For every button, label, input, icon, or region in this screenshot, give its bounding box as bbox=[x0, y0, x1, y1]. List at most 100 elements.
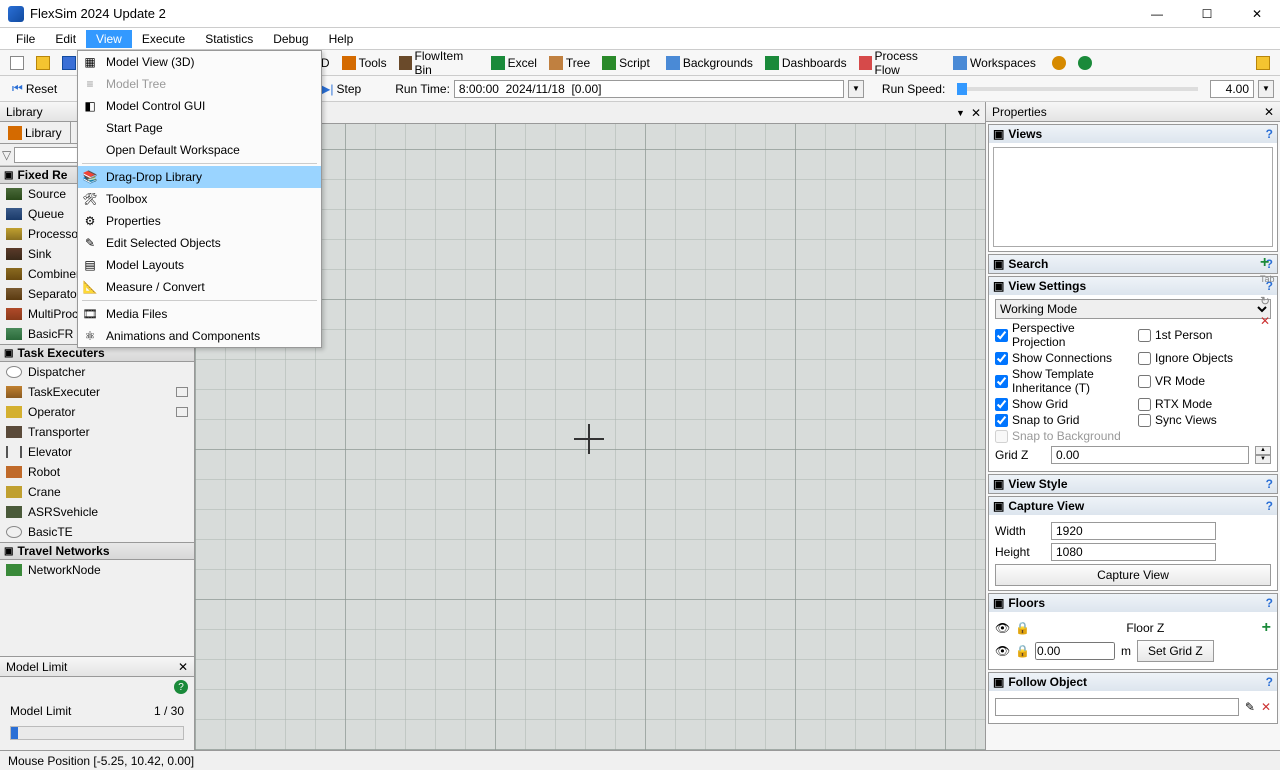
vstyle-help-icon[interactable]: ? bbox=[1266, 477, 1273, 491]
add-floor-icon[interactable]: + bbox=[1262, 619, 1271, 637]
menu-model-layouts[interactable]: ▤Model Layouts bbox=[78, 254, 321, 276]
menu-model-view-3d[interactable]: ▦Model View (3D) bbox=[78, 51, 321, 73]
chk-firstperson[interactable]: 1st Person bbox=[1138, 321, 1271, 349]
lib-transporter[interactable]: Transporter bbox=[0, 422, 194, 442]
floor-visible-icon-2[interactable]: 👁 bbox=[995, 644, 1009, 658]
views-help-icon[interactable]: ? bbox=[1266, 127, 1273, 141]
reload-icon[interactable]: ↻ bbox=[1260, 294, 1276, 310]
chk-grid[interactable]: Show Grid bbox=[995, 397, 1128, 411]
open-icon-right[interactable] bbox=[1252, 54, 1274, 72]
lib-networknode[interactable]: NetworkNode bbox=[0, 560, 194, 580]
chk-snapbg[interactable]: Snap to Background bbox=[995, 429, 1271, 443]
menu-help[interactable]: Help bbox=[319, 30, 364, 48]
menu-statistics[interactable]: Statistics bbox=[195, 30, 263, 48]
menu-file[interactable]: File bbox=[6, 30, 45, 48]
lib-crane[interactable]: Crane bbox=[0, 482, 194, 502]
menu-toolbox[interactable]: 🛠Toolbox bbox=[78, 188, 321, 210]
view-settings-header[interactable]: ▣View Settings? bbox=[989, 277, 1277, 295]
lib-taskexecuter[interactable]: TaskExecuter bbox=[0, 382, 194, 402]
close-window-button[interactable]: ✕ bbox=[1242, 7, 1272, 21]
runspeed-input[interactable] bbox=[1210, 80, 1254, 98]
tools-button[interactable]: Tools bbox=[338, 54, 391, 72]
reset-button[interactable]: ⏮Reset bbox=[6, 79, 63, 98]
runspeed-slider[interactable] bbox=[957, 87, 1198, 91]
dashboards-button[interactable]: Dashboards bbox=[761, 54, 851, 72]
floor-value-input[interactable] bbox=[1035, 642, 1115, 660]
runtime-dropdown[interactable]: ▼ bbox=[848, 80, 864, 98]
gridz-input[interactable] bbox=[1051, 446, 1249, 464]
runtime-input[interactable] bbox=[454, 80, 844, 98]
library-tab[interactable]: Library bbox=[0, 122, 71, 143]
lib-dispatcher[interactable]: Dispatcher bbox=[0, 362, 194, 382]
menu-execute[interactable]: Execute bbox=[132, 30, 195, 48]
lib-asrs[interactable]: ASRSvehicle bbox=[0, 502, 194, 522]
chk-rtx[interactable]: RTX Mode bbox=[1138, 397, 1271, 411]
settings-button[interactable] bbox=[1048, 54, 1070, 72]
menu-debug[interactable]: Debug bbox=[263, 30, 318, 48]
model-limit-help-icon[interactable]: ? bbox=[174, 680, 188, 694]
cap-help-icon[interactable]: ? bbox=[1266, 499, 1273, 513]
step-button[interactable]: ▶|Step bbox=[315, 80, 367, 98]
chk-connections[interactable]: Show Connections bbox=[995, 351, 1128, 365]
tree-button[interactable]: Tree bbox=[545, 54, 594, 72]
search-section-header[interactable]: ▣Search? bbox=[989, 255, 1277, 273]
menu-drag-drop-library[interactable]: 📚Drag-Drop Library bbox=[78, 166, 321, 188]
script-button[interactable]: Script bbox=[598, 54, 654, 72]
remove-view-icon[interactable]: ✕ bbox=[1260, 314, 1276, 330]
chk-template[interactable]: Show Template Inheritance (T) bbox=[995, 367, 1128, 395]
follow-pick-icon[interactable]: ✎ bbox=[1245, 700, 1255, 714]
menu-properties[interactable]: ⚙Properties bbox=[78, 210, 321, 232]
add-view-icon[interactable]: + bbox=[1260, 254, 1276, 270]
tab-icon[interactable]: Tab bbox=[1260, 274, 1276, 290]
runspeed-dropdown[interactable]: ▼ bbox=[1258, 80, 1274, 98]
view-close-button[interactable]: ✕ bbox=[971, 106, 981, 120]
excel-button[interactable]: Excel bbox=[487, 54, 541, 72]
processflow-button[interactable]: Process Flow bbox=[855, 47, 945, 79]
follow-object-header[interactable]: ▣Follow Object? bbox=[989, 673, 1277, 691]
section-travel-networks[interactable]: ▣Travel Networks bbox=[0, 542, 194, 560]
menu-measure-convert[interactable]: 📐Measure / Convert bbox=[78, 276, 321, 298]
menu-edit[interactable]: Edit bbox=[45, 30, 86, 48]
views-section-header[interactable]: ▣Views? bbox=[989, 125, 1277, 143]
menu-start-page[interactable]: Start Page bbox=[78, 117, 321, 139]
views-list[interactable] bbox=[993, 147, 1273, 247]
workspaces-button[interactable]: Workspaces bbox=[949, 54, 1040, 72]
minimize-button[interactable]: — bbox=[1142, 7, 1172, 21]
menu-media-files[interactable]: 🎞Media Files bbox=[78, 303, 321, 325]
set-gridz-button[interactable]: Set Grid Z bbox=[1137, 640, 1214, 662]
chk-vr[interactable]: VR Mode bbox=[1138, 367, 1271, 395]
open-button[interactable] bbox=[32, 54, 54, 72]
floor-lock-icon-2[interactable]: 🔒 bbox=[1015, 644, 1029, 658]
menu-open-default-workspace[interactable]: Open Default Workspace bbox=[78, 139, 321, 161]
menu-edit-selected[interactable]: ✎Edit Selected Objects bbox=[78, 232, 321, 254]
menu-model-control-gui[interactable]: ◧Model Control GUI bbox=[78, 95, 321, 117]
follow-object-input[interactable] bbox=[995, 698, 1239, 716]
capture-height-input[interactable] bbox=[1051, 543, 1216, 561]
chk-sync[interactable]: Sync Views bbox=[1138, 413, 1271, 427]
floor-lock-icon[interactable]: 🔒 bbox=[1015, 621, 1029, 635]
lib-basicte[interactable]: BasicTE bbox=[0, 522, 194, 542]
chk-snap[interactable]: Snap to Grid bbox=[995, 413, 1128, 427]
backgrounds-button[interactable]: Backgrounds bbox=[662, 54, 757, 72]
model-limit-close[interactable]: ✕ bbox=[178, 660, 188, 674]
menu-view[interactable]: View bbox=[86, 30, 132, 48]
floors-header[interactable]: ▣Floors? bbox=[989, 594, 1277, 612]
menu-animations[interactable]: ⚛Animations and Components bbox=[78, 325, 321, 347]
view-style-header[interactable]: ▣View Style? bbox=[989, 475, 1277, 493]
maximize-button[interactable]: ☐ bbox=[1192, 7, 1222, 21]
lib-robot[interactable]: Robot bbox=[0, 462, 194, 482]
new-button[interactable] bbox=[6, 54, 28, 72]
view-dropdown-button[interactable]: ▼ bbox=[956, 108, 965, 118]
help-button[interactable] bbox=[1074, 54, 1096, 72]
flowitem-button[interactable]: FlowItem Bin bbox=[395, 47, 483, 79]
working-mode-select[interactable]: Working Mode bbox=[995, 299, 1271, 319]
capture-view-button[interactable]: Capture View bbox=[995, 564, 1271, 586]
floors-help-icon[interactable]: ? bbox=[1266, 596, 1273, 610]
properties-close[interactable]: ✕ bbox=[1264, 105, 1274, 119]
capture-view-header[interactable]: ▣Capture View? bbox=[989, 497, 1277, 515]
gridz-spinner[interactable]: ▲▼ bbox=[1255, 446, 1271, 464]
capture-width-input[interactable] bbox=[1051, 522, 1216, 540]
chk-ignore[interactable]: Ignore Objects bbox=[1138, 351, 1271, 365]
follow-clear-icon[interactable]: ✕ bbox=[1261, 700, 1271, 714]
chk-perspective[interactable]: Perspective Projection bbox=[995, 321, 1128, 349]
